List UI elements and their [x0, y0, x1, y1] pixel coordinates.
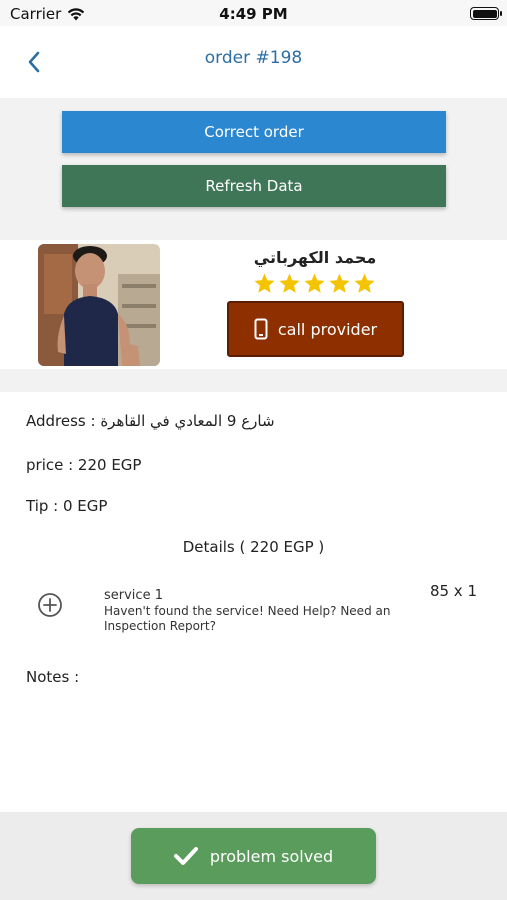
star-icon	[329, 273, 350, 293]
tip-line: Tip : 0 EGP	[26, 497, 108, 515]
order-details: Address : شارع 9 المعادي في القاهرة pric…	[0, 392, 507, 812]
service-name: service 1	[104, 588, 163, 603]
provider-name: محمد الكهرباتي	[253, 248, 377, 267]
add-circle-icon[interactable]	[37, 592, 63, 618]
service-quantity: 85 x 1	[429, 582, 477, 600]
problem-solved-label: problem solved	[209, 846, 334, 866]
notes-label: Notes :	[26, 668, 80, 686]
refresh-data-button[interactable]: Refresh Data	[62, 165, 446, 207]
address-line: Address : شارع 9 المعادي في القاهرة	[26, 412, 275, 430]
call-provider-button[interactable]: call provider	[227, 301, 404, 357]
provider-avatar	[38, 244, 160, 366]
phone-icon	[254, 318, 268, 340]
star-icon	[304, 273, 325, 293]
service-help-text: Haven't found the service! Need Help? Ne…	[104, 604, 391, 633]
correct-order-button[interactable]: Correct order	[62, 111, 446, 153]
page-title: order #198	[204, 48, 303, 68]
provider-card: محمد الكهرباتي call provider	[0, 240, 507, 369]
price-line: price : 220 EGP	[26, 456, 142, 474]
rating-stars	[253, 272, 376, 295]
status-bar: Carrier 4:49 PM	[0, 0, 507, 26]
details-heading: Details ( 220 EGP )	[182, 538, 325, 556]
battery-icon	[470, 7, 502, 20]
service-row: service 1 Haven't found the service! Nee…	[0, 582, 507, 642]
checkmark-icon	[173, 847, 198, 865]
star-icon	[254, 273, 275, 293]
star-icon	[279, 273, 300, 293]
problem-solved-button[interactable]: problem solved	[131, 828, 376, 884]
nav-bar: order #198	[0, 26, 507, 98]
call-provider-label: call provider	[277, 319, 378, 339]
star-icon	[354, 273, 375, 293]
bottom-bar: problem solved	[0, 812, 507, 900]
clock: 4:49 PM	[219, 5, 288, 23]
